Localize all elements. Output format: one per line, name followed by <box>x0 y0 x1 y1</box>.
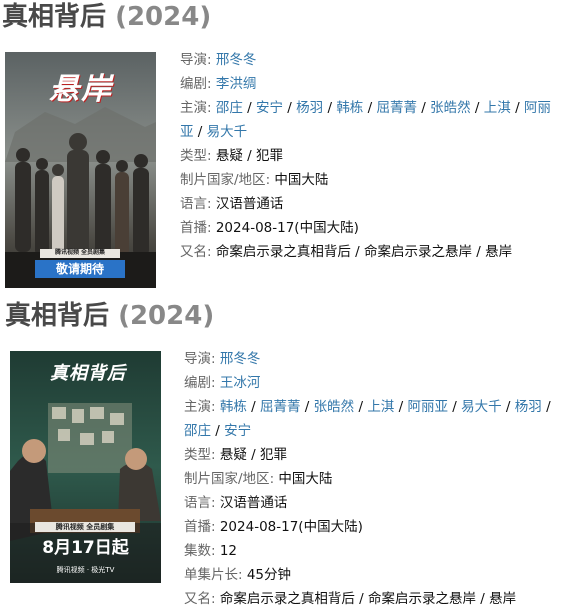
episodes-value: 12 <box>219 543 238 559</box>
premiere-row: 首播: 2024-08-17(中国大陆) <box>184 519 363 535</box>
movie-entry-1: 真相背后 (2024) 悬岸 腾讯视频 全员剧集 敬请期待 导演: 邢冬冬 编剧… <box>0 0 565 295</box>
genre-value: 悬疑 / 犯罪 <box>215 148 283 164</box>
aka-row: 又名: 命案启示录之真相背后 / 命案启示录之悬岸 / 悬岸 <box>180 244 513 260</box>
poster-small-banner: 腾讯视频 全员剧集 <box>54 249 106 256</box>
region-label: 制片国家/地区 <box>180 172 266 188</box>
poster-platform: 腾讯视频 · 极光TV <box>56 566 115 574</box>
language-label: 语言 <box>184 495 211 511</box>
language-label: 语言 <box>180 196 207 212</box>
genre-label: 类型 <box>180 148 207 164</box>
movie-entry-2: 真相背后 (2024) 真相背后 腾讯视频 全员剧集 8月17日起 腾讯视频 ·… <box>0 295 565 614</box>
director-label: 导演 <box>184 351 211 367</box>
writer-link[interactable]: 李洪绸 <box>216 76 257 92</box>
aka-label: 又名 <box>184 591 211 607</box>
title-text: 真相背后 <box>2 2 107 32</box>
movie-title[interactable]: 真相背后 (2024) <box>2 2 211 32</box>
cast-link[interactable]: 屈菁菁 <box>376 100 417 116</box>
info-panel: 导演: 邢冬冬 编剧: 李洪绸 主演: 邵庄 / 安宁 / 杨羽 / 韩栋 / … <box>180 48 558 264</box>
premiere-row: 首播: 2024-08-17(中国大陆) <box>180 220 359 236</box>
poster-date-text: 8月17日起 <box>42 538 129 558</box>
cast-link[interactable]: 阿丽亚 <box>407 399 448 415</box>
genre-label: 类型 <box>184 447 211 463</box>
premiere-label: 首播 <box>184 519 211 535</box>
region-value: 中国大陆 <box>278 471 333 487</box>
writer-row: 编剧: 王冰河 <box>184 375 261 391</box>
region-value: 中国大陆 <box>274 172 329 188</box>
director-row: 导演: 邢冬冬 <box>184 351 261 367</box>
genre-value: 悬疑 / 犯罪 <box>219 447 287 463</box>
director-row: 导演: 邢冬冬 <box>180 52 257 68</box>
writer-link[interactable]: 王冰河 <box>220 375 261 391</box>
cast-link[interactable]: 易大千 <box>461 399 502 415</box>
cast-link[interactable]: 张皓然 <box>314 399 355 415</box>
cast-link[interactable]: 韩栋 <box>336 100 363 116</box>
language-row: 语言: 汉语普通话 <box>180 196 284 212</box>
director-link[interactable]: 邢冬冬 <box>220 351 261 367</box>
cast-link[interactable]: 邵庄 <box>216 100 243 116</box>
language-value: 汉语普通话 <box>219 495 288 511</box>
writer-row: 编剧: 李洪绸 <box>180 76 257 92</box>
runtime-label: 单集片长 <box>184 567 238 583</box>
language-value: 汉语普通话 <box>215 196 284 212</box>
aka-value: 命案启示录之真相背后 / 命案启示录之悬岸 / 悬岸 <box>215 244 513 260</box>
cast-link[interactable]: 易大千 <box>207 124 248 140</box>
region-label: 制片国家/地区 <box>184 471 270 487</box>
title-year: (2024) <box>115 2 212 32</box>
poster-title: 真相背后 <box>50 363 126 384</box>
cast-link[interactable]: 安宁 <box>224 423 251 439</box>
region-row: 制片国家/地区: 中国大陆 <box>180 172 329 188</box>
poster-small-banner: 腾讯视频 全员剧集 <box>35 522 135 532</box>
genre-row: 类型: 悬疑 / 犯罪 <box>184 447 287 463</box>
premiere-value: 2024-08-17(中国大陆) <box>219 519 363 535</box>
movie-title[interactable]: 真相背后 (2024) <box>5 301 214 331</box>
poster-image[interactable]: 悬岸 腾讯视频 全员剧集 敬请期待 <box>5 52 156 288</box>
cast-label: 主演 <box>184 399 211 415</box>
cast-link[interactable]: 邵庄 <box>184 423 211 439</box>
premiere-value: 2024-08-17(中国大陆) <box>215 220 359 236</box>
cast-row: 主演: 邵庄 / 安宁 / 杨羽 / 韩栋 / 屈菁菁 / 张皓然 / 上淇 /… <box>180 100 551 140</box>
poster-title: 悬岸 <box>49 72 113 107</box>
genre-row: 类型: 悬疑 / 犯罪 <box>180 148 283 164</box>
title-text: 真相背后 <box>5 301 110 331</box>
cast-link[interactable]: 杨羽 <box>515 399 542 415</box>
cast-link[interactable]: 上淇 <box>367 399 394 415</box>
runtime-row: 单集片长: 45分钟 <box>184 567 292 583</box>
cast-row: 主演: 韩栋 / 屈菁菁 / 张皓然 / 上淇 / 阿丽亚 / 易大千 / 杨羽… <box>184 399 551 439</box>
cast-link[interactable]: 韩栋 <box>220 399 247 415</box>
writer-label: 编剧 <box>180 76 207 92</box>
director-link[interactable]: 邢冬冬 <box>216 52 257 68</box>
runtime-value: 45分钟 <box>246 567 292 583</box>
title-year: (2024) <box>118 301 215 331</box>
cast-link[interactable]: 安宁 <box>256 100 283 116</box>
cast-link[interactable]: 杨羽 <box>296 100 323 116</box>
info-panel: 导演: 邢冬冬 编剧: 王冰河 主演: 韩栋 / 屈菁菁 / 张皓然 / 上淇 … <box>184 347 559 611</box>
cast-link[interactable]: 上淇 <box>484 100 511 116</box>
cast-link[interactable]: 屈菁菁 <box>260 399 301 415</box>
aka-label: 又名 <box>180 244 207 260</box>
language-row: 语言: 汉语普通话 <box>184 495 288 511</box>
writer-label: 编剧 <box>184 375 211 391</box>
cast-link[interactable]: 张皓然 <box>430 100 471 116</box>
premiere-label: 首播 <box>180 220 207 236</box>
region-row: 制片国家/地区: 中国大陆 <box>184 471 333 487</box>
episodes-label: 集数 <box>184 543 211 559</box>
episodes-row: 集数: 12 <box>184 543 238 559</box>
aka-value: 命案启示录之真相背后 / 命案启示录之悬岸 / 悬岸 <box>219 591 517 607</box>
poster-image[interactable]: 真相背后 腾讯视频 全员剧集 8月17日起 腾讯视频 · 极光TV <box>10 351 161 583</box>
cast-label: 主演 <box>180 100 207 116</box>
aka-row: 又名: 命案启示录之真相背后 / 命案启示录之悬岸 / 悬岸 <box>184 591 517 607</box>
director-label: 导演 <box>180 52 207 68</box>
poster-date-text: 敬请期待 <box>55 262 104 276</box>
